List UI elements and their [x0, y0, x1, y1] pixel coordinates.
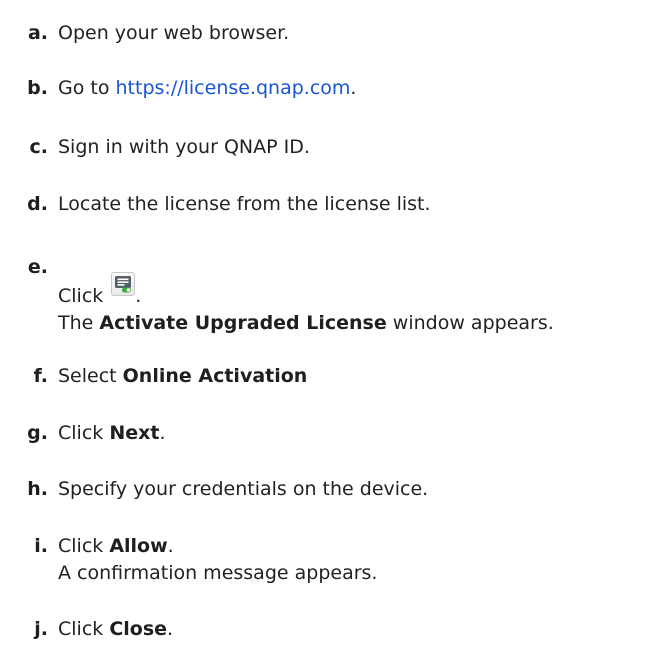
step-text: Go to https://license.qnap.com.: [58, 75, 356, 102]
step-letter: d.: [27, 193, 48, 215]
step-line2-post: window appears.: [386, 312, 554, 334]
step-text: Open your web browser.: [58, 22, 290, 44]
step-letter: h.: [27, 478, 48, 500]
step-text: Click Close.: [58, 616, 173, 643]
step-letter: b.: [27, 77, 48, 99]
step-letter: i.: [34, 535, 48, 557]
step-text-pre: Click: [58, 535, 110, 557]
step-letter: c.: [29, 136, 48, 158]
step-text-bold: Online Activation: [122, 365, 308, 387]
step-text: Select Online Activation: [58, 363, 307, 390]
license-activate-icon[interactable]: [111, 272, 136, 296]
step-text-bold: Allow: [109, 535, 168, 557]
step-text-post: .: [135, 285, 142, 307]
step-text-pre: Click: [58, 285, 104, 307]
step-text: Locate the license from the license list…: [58, 193, 431, 215]
step-text-post: .: [350, 77, 357, 99]
step-text-bold: Next: [109, 422, 160, 444]
step-letter: a.: [27, 22, 48, 44]
license-portal-link[interactable]: https://license.qnap.com: [116, 77, 351, 99]
step-letter: e.: [27, 256, 48, 278]
step-text: Specify your credentials on the device.: [58, 478, 429, 500]
step-text-post: .: [159, 422, 166, 444]
step-line2: A confirmation message appears.: [58, 562, 378, 584]
step-text-pre: Click: [58, 618, 110, 640]
step-list: a. Open your web browser. b. Go to https…: [0, 0, 649, 655]
step-line2-pre: The: [58, 312, 100, 334]
step-line2-bold: Activate Upgraded License: [99, 312, 387, 334]
step-text: Click. The Activate Upgraded License win…: [58, 272, 554, 337]
step-text: Sign in with your QNAP ID.: [58, 136, 310, 158]
step-letter: j.: [34, 618, 48, 640]
step-text: Click Next.: [58, 420, 166, 447]
step-text-pre: Go to: [58, 77, 116, 99]
step-text-post: .: [167, 535, 174, 557]
step-letter: f.: [33, 365, 48, 387]
step-text-post: .: [167, 618, 174, 640]
step-text-pre: Click: [58, 422, 110, 444]
step-text: Click Allow. A confirmation message appe…: [58, 533, 377, 587]
step-text-pre: Select: [58, 365, 123, 387]
step-text-bold: Close: [109, 618, 168, 640]
step-letter: g.: [27, 422, 48, 444]
